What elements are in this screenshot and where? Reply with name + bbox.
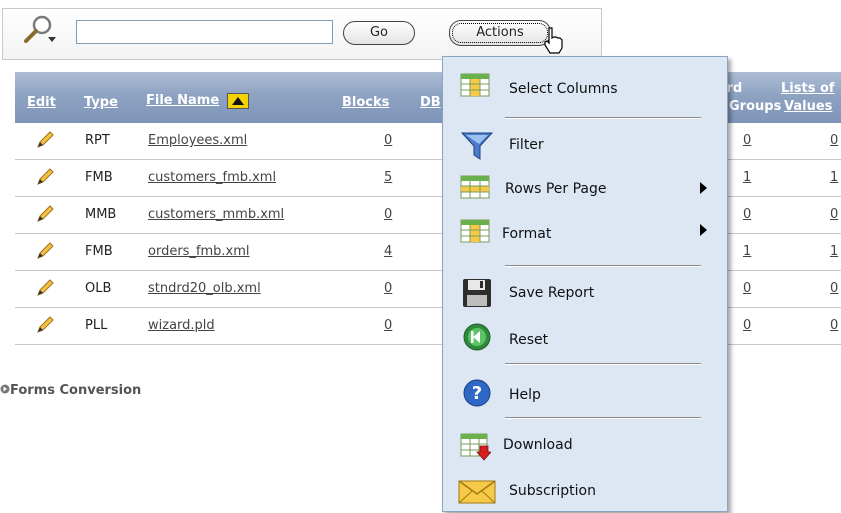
- blocks-link[interactable]: 4: [384, 244, 392, 259]
- record-groups-link[interactable]: 0: [743, 318, 751, 333]
- submenu-arrow-icon: [700, 182, 707, 194]
- envelope-icon: [458, 480, 496, 504]
- column-header-groups[interactable]: Groups: [729, 99, 781, 114]
- column-header-db[interactable]: DB: [420, 95, 441, 110]
- menu-label: Subscription: [509, 483, 596, 499]
- lists-of-values-link[interactable]: 0: [830, 281, 838, 296]
- menu-label: Help: [509, 387, 541, 403]
- file-name-link[interactable]: wizard.pld: [148, 318, 215, 333]
- format-icon: [460, 219, 490, 243]
- menu-item-download[interactable]: Download: [443, 423, 727, 467]
- menu-label: Filter: [509, 137, 544, 153]
- lists-of-values-link[interactable]: 1: [830, 244, 838, 259]
- type-cell: MMB: [85, 207, 117, 222]
- save-disk-icon: [463, 279, 491, 307]
- help-icon: ?: [463, 379, 491, 407]
- lists-of-values-link[interactable]: 0: [830, 133, 838, 148]
- sort-ascending-icon[interactable]: [227, 93, 249, 109]
- blocks-link[interactable]: 0: [384, 207, 392, 222]
- filter-funnel-icon: [461, 132, 493, 160]
- type-cell: OLB: [85, 281, 112, 296]
- lists-of-values-link[interactable]: 1: [830, 170, 838, 185]
- record-groups-link[interactable]: 1: [743, 244, 751, 259]
- lists-of-values-link[interactable]: 0: [830, 318, 838, 333]
- type-cell: PLL: [85, 318, 108, 333]
- blocks-link[interactable]: 5: [384, 170, 392, 185]
- rows-per-page-icon: [460, 175, 490, 199]
- actions-button[interactable]: Actions: [449, 20, 551, 46]
- edit-pencil-icon[interactable]: [36, 242, 54, 260]
- edit-pencil-icon[interactable]: [36, 205, 54, 223]
- menu-label: Download: [503, 437, 573, 453]
- edit-pencil-icon[interactable]: [36, 168, 54, 186]
- record-groups-link[interactable]: 0: [743, 133, 751, 148]
- menu-label: Reset: [509, 332, 549, 348]
- column-header-lists-of[interactable]: Lists of: [781, 81, 835, 96]
- menu-separator: [505, 117, 701, 119]
- menu-separator: [505, 363, 701, 365]
- search-icon[interactable]: [22, 14, 58, 44]
- blocks-link[interactable]: 0: [384, 133, 392, 148]
- menu-label: Select Columns: [509, 81, 618, 97]
- menu-item-select-columns[interactable]: Select Columns: [443, 63, 727, 107]
- submenu-arrow-icon: [700, 224, 707, 236]
- lists-of-values-link[interactable]: 0: [830, 207, 838, 222]
- search-input[interactable]: [76, 20, 333, 44]
- file-name-link[interactable]: customers_fmb.xml: [148, 170, 276, 185]
- file-name-link[interactable]: stndrd20_olb.xml: [148, 281, 261, 296]
- column-header-type[interactable]: Type: [84, 95, 118, 110]
- go-button[interactable]: Go: [343, 21, 415, 45]
- menu-item-format[interactable]: Format: [443, 209, 727, 253]
- menu-item-reset[interactable]: Reset: [443, 315, 727, 359]
- menu-separator: [505, 265, 701, 267]
- type-cell: RPT: [85, 133, 110, 148]
- file-name-link[interactable]: Employees.xml: [148, 133, 247, 148]
- menu-item-subscription[interactable]: Subscription: [443, 469, 727, 513]
- collapse-arrow-icon[interactable]: [0, 383, 10, 395]
- blocks-link[interactable]: 0: [384, 281, 392, 296]
- record-groups-link[interactable]: 1: [743, 170, 751, 185]
- menu-item-rows-per-page[interactable]: Rows Per Page: [443, 165, 727, 209]
- svg-text:?: ?: [472, 383, 482, 404]
- file-name-link[interactable]: orders_fmb.xml: [148, 244, 250, 259]
- menu-label: Save Report: [509, 285, 595, 301]
- menu-label: Format: [502, 226, 552, 242]
- column-header-edit[interactable]: Edit: [27, 95, 56, 110]
- edit-pencil-icon[interactable]: [36, 316, 54, 334]
- record-groups-link[interactable]: 0: [743, 207, 751, 222]
- type-cell: FMB: [85, 244, 113, 259]
- record-groups-link[interactable]: 0: [743, 281, 751, 296]
- type-cell: FMB: [85, 170, 113, 185]
- menu-item-help[interactable]: ? Help: [443, 371, 727, 415]
- menu-item-filter[interactable]: Filter: [443, 123, 727, 167]
- blocks-link[interactable]: 0: [384, 318, 392, 333]
- menu-item-save-report[interactable]: Save Report: [443, 271, 727, 315]
- column-header-blocks[interactable]: Blocks: [342, 95, 389, 110]
- column-header-values[interactable]: Values: [784, 99, 832, 114]
- forms-conversion-heading[interactable]: Forms Conversion: [10, 383, 141, 398]
- menu-separator: [505, 417, 701, 419]
- actions-menu: Select Columns Filter Rows Per Page Form…: [442, 56, 728, 512]
- reset-icon: [463, 323, 491, 351]
- edit-pencil-icon[interactable]: [36, 279, 54, 297]
- column-header-file-name[interactable]: File Name: [146, 93, 219, 108]
- menu-label: Rows Per Page: [505, 181, 607, 197]
- hand-cursor-icon: [544, 27, 563, 54]
- select-columns-icon: [460, 73, 490, 97]
- download-icon: [460, 433, 491, 461]
- edit-pencil-icon[interactable]: [36, 131, 54, 149]
- file-name-link[interactable]: customers_mmb.xml: [148, 207, 284, 222]
